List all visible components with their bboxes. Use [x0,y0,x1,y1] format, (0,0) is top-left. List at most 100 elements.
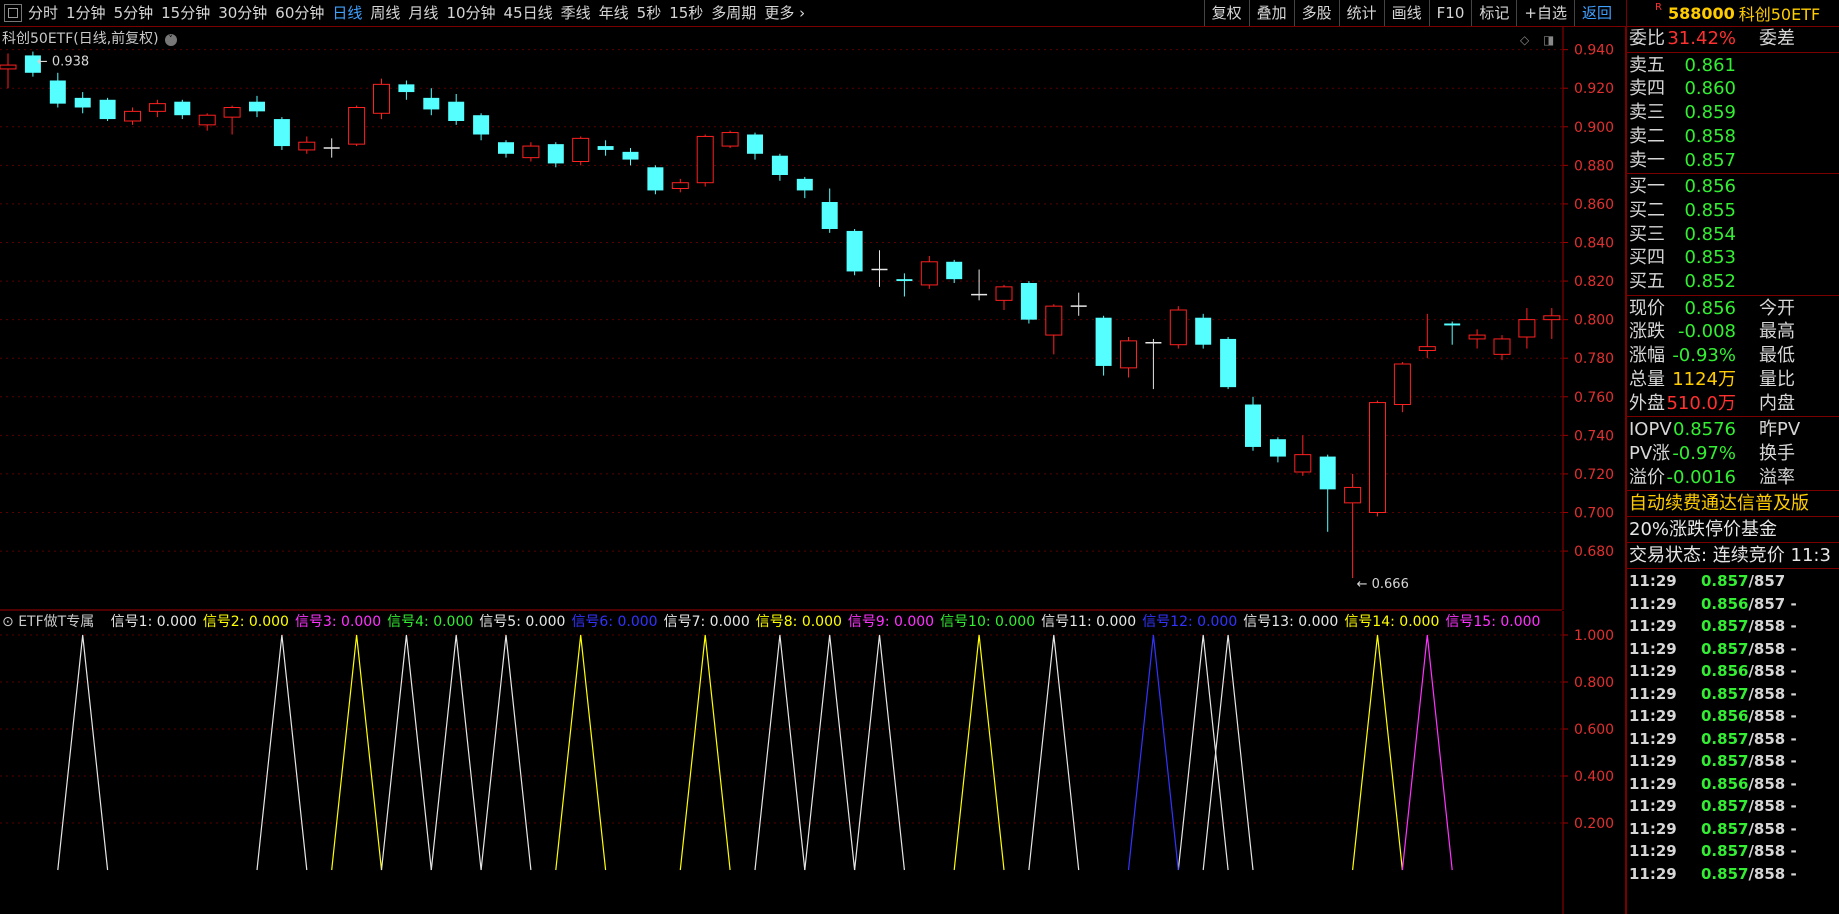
stat-row-4-label: 外盘 [1629,392,1665,414]
period-tab-7[interactable]: 周线 [370,0,408,26]
candle-body [1095,317,1112,366]
period-tab-2[interactable]: 5分钟 [114,0,162,26]
toolbar-button-2[interactable]: 多股 [1293,0,1339,26]
stock-header[interactable]: R 588000 科创50ETF [1626,0,1839,26]
candle [498,140,514,158]
period-tab-8[interactable]: 月线 [408,0,446,26]
bid-row-1-value: 0.855 [1684,199,1736,221]
quote-separator [1627,516,1839,518]
signal-legend-1: 信号1: 0.000 [110,614,197,630]
kline-chart[interactable]: 0.940 0.920 0.900 0.880 0.860 0.840 0.820 0.800… [0,27,1625,914]
price-tick-label: 0.680 [1574,544,1614,560]
tick-rest: /858 - [1748,617,1797,636]
period-tab-5[interactable]: 60分钟 [275,0,332,26]
promo-link[interactable]: 自动续费通达信普及版 [1629,492,1809,516]
toolbar-button-6[interactable]: 标记 [1471,0,1516,26]
toolbar-button-5[interactable]: F10 [1428,0,1472,26]
period-tab-11[interactable]: 季线 [561,0,599,26]
toolbar-button-4[interactable]: 画线 [1383,0,1429,26]
candle-body [671,182,689,189]
signal-legend-12: 信号12: 0.000 [1142,614,1238,630]
tick-time: 11:29 [1629,797,1677,816]
candle [871,250,888,287]
period-tab-15[interactable]: 多周期 [711,0,764,26]
candle-body [1045,305,1063,336]
signal-legend-11: 信号11: 0.000 [1041,614,1137,630]
tick-price: 0.857/858 - [1701,842,1797,861]
tick-rest: /858 - [1748,819,1797,838]
toolbar-button-0[interactable]: 复权 [1203,0,1249,26]
stat-row-4-value: 510.0万 [1666,392,1736,414]
candle [148,99,166,118]
candle-body [597,146,614,150]
price-tick-label: 0.780 [1574,351,1614,367]
candle [896,273,913,297]
toolbar-button-7[interactable]: +自选 [1516,0,1574,26]
candle-body [74,97,91,108]
webi-row-label: 委比 [1629,28,1665,49]
tick-rest: /858 - [1748,797,1797,816]
toolbar-button-3[interactable]: 统计 [1338,0,1384,26]
period-tab-16[interactable]: 更多 › [764,0,813,26]
candle [622,148,639,166]
candle-body [846,230,863,272]
diamond-icon[interactable]: ◇ [1520,33,1530,47]
candle-body [99,99,116,120]
period-tab-0[interactable]: 分时 [28,0,66,26]
stat-row-0: 现价 0.856 今开 [1627,297,1839,320]
candle [423,88,440,116]
candle-body [647,167,664,191]
toolbar-button-1[interactable]: 叠加 [1248,0,1294,26]
period-tab-13[interactable]: 5秒 [637,0,670,26]
price-tick-label: 0.880 [1574,158,1614,174]
indicator-legend: ⊙ ETF做T专属 信号1: 0.000 信号2: 0.000 信号3: 0.000… [2,611,1546,631]
tick-price: 0.856/858 - [1701,662,1797,681]
candle [1269,437,1286,463]
candle-body [1269,439,1286,457]
candle [1220,337,1237,390]
period-tab-10[interactable]: 45日线 [504,0,561,26]
signal-spike [480,634,532,871]
chart-title-text: 科创50ETF(日线,前复权) [2,31,159,47]
period-tab-14[interactable]: 15秒 [669,0,711,26]
tick-time: 11:29 [1629,707,1677,726]
tick-row: 11:29 0.856/858 - [1627,705,1839,727]
candle-body [1518,319,1536,338]
candle [1294,435,1312,476]
period-tab-3[interactable]: 15分钟 [161,0,218,26]
ask-row-4-label: 卖一 [1629,149,1665,171]
iopv-row-0-label: IOPV [1629,419,1672,441]
bid-row-3-value: 0.853 [1684,247,1736,269]
period-tab-4[interactable]: 30分钟 [218,0,275,26]
tick-time: 11:29 [1629,729,1677,748]
period-tab-1[interactable]: 1分钟 [66,0,114,26]
iopv-row-0-label2: 昨PV [1759,419,1801,441]
quote-panel: 委比 31.42% 委差 卖五 0.861 卖四 0.860 卖三 0.859 卖二 0.858 卖一… [1625,27,1839,914]
iopv-row-2-value: -0.0016 [1666,466,1736,488]
tick-row: 11:29 0.857/858 - [1627,863,1839,885]
price-tick-label: 0.820 [1574,274,1614,290]
period-tab-6[interactable]: 日线 [332,0,370,26]
iopv-row-0: IOPV 0.8576 昨PV [1627,418,1839,441]
candle-body [1020,283,1037,320]
candle-body [448,101,465,121]
candle [1020,281,1037,324]
period-tab-12[interactable]: 年线 [599,0,637,26]
indicator-tick-label: 0.200 [1574,816,1614,832]
candle [174,99,191,120]
tick-price: 0.856/857 - [1701,594,1797,613]
signal-spike [57,634,109,871]
indicator-name[interactable]: ⊙ ETF做T专属 [2,614,100,630]
chevron-down-icon[interactable]: ˅ [164,34,177,46]
signal-legend-5: 信号5: 0.000 [479,614,566,630]
tick-rest: /858 - [1748,639,1797,658]
webi-row-value: 31.42% [1667,28,1736,49]
signal-spike [555,634,607,871]
indicator-tick-label: 0.800 [1574,675,1614,691]
candle-body [373,83,390,114]
window-icon[interactable]: ◨ [1543,33,1554,47]
toolbar-button-8[interactable]: 返回 [1573,0,1619,26]
period-tab-9[interactable]: 10分钟 [446,0,503,26]
candle [198,113,216,131]
menu-icon[interactable] [4,4,22,22]
